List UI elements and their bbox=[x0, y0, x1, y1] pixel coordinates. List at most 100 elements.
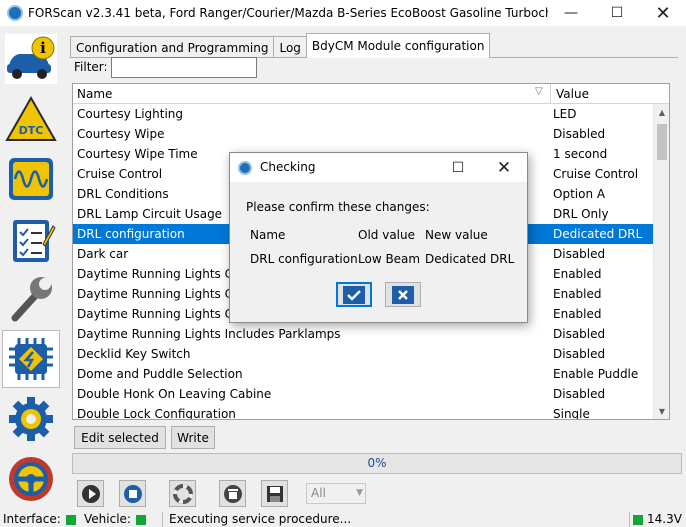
table-row[interactable]: Dome and Puddle Selection Enable Puddle bbox=[73, 364, 653, 384]
help-button[interactable] bbox=[169, 480, 196, 507]
tab-configuration-and-programming[interactable]: Configuration and Programming bbox=[70, 36, 275, 58]
row-value: Enabled bbox=[553, 287, 602, 301]
dialog-close-icon[interactable]: ✕ bbox=[481, 153, 527, 182]
tab-bdycm-module-configuration[interactable]: BdyCM Module configuration bbox=[305, 33, 491, 58]
chip-icon bbox=[9, 338, 53, 380]
dialog-title-bar: Checking ☐ ✕ bbox=[230, 153, 527, 182]
dialog-header-new: New value bbox=[425, 228, 488, 242]
dialog-header-name: Name bbox=[250, 228, 286, 242]
table-row[interactable]: Daytime Running Lights Includes Parklamp… bbox=[73, 324, 653, 344]
title-bar: FORScan v2.3.41 beta, Ford Ranger/Courie… bbox=[0, 0, 686, 26]
sidebar-item-connect[interactable] bbox=[2, 450, 60, 508]
table-row[interactable]: Courtesy Wipe Disabled bbox=[73, 124, 653, 144]
dialog-prompt: Please confirm these changes: bbox=[246, 200, 430, 214]
vehicle-indicator bbox=[135, 514, 146, 525]
sidebar-item-tests[interactable] bbox=[2, 210, 60, 268]
minimize-icon[interactable]: — bbox=[548, 0, 594, 26]
status-bar: Interface: Vehicle: Executing service pr… bbox=[0, 512, 686, 527]
progress-bar: 0% bbox=[72, 453, 682, 474]
window-title: FORScan v2.3.41 beta, Ford Ranger/Courie… bbox=[28, 6, 548, 20]
filter-input[interactable] bbox=[111, 57, 257, 78]
row-value: Disabled bbox=[553, 327, 606, 341]
table-row[interactable]: Courtesy Lighting LED bbox=[73, 104, 653, 124]
confirm-button[interactable] bbox=[336, 282, 372, 307]
vehicle-status: Vehicle: bbox=[84, 512, 146, 527]
dialog-app-icon bbox=[238, 161, 252, 175]
sidebar-item-service[interactable] bbox=[2, 270, 60, 328]
sidebar-item-vehicle-info[interactable]: i bbox=[2, 30, 60, 88]
edit-selected-button[interactable]: Edit selected bbox=[74, 426, 166, 449]
dialog-maximize-icon[interactable]: ☐ bbox=[435, 153, 481, 182]
svg-text:DTC: DTC bbox=[19, 124, 44, 137]
dialog-header-old: Old value bbox=[358, 228, 415, 242]
row-name: Courtesy Lighting bbox=[77, 107, 184, 121]
interface-status: Interface: bbox=[3, 512, 76, 527]
checking-dialog: Checking ☐ ✕ Please confirm these change… bbox=[229, 152, 528, 323]
voltage-status: 14.3V bbox=[629, 512, 682, 527]
interface-indicator bbox=[65, 514, 76, 525]
row-name: Decklid Key Switch bbox=[77, 347, 191, 361]
cancel-button[interactable] bbox=[385, 282, 421, 307]
sidebar-item-configuration[interactable] bbox=[2, 330, 60, 388]
filter-combo[interactable]: All ▼ bbox=[306, 483, 366, 504]
row-value: LED bbox=[553, 107, 577, 121]
row-value: Disabled bbox=[553, 247, 606, 261]
column-header-value[interactable]: Value bbox=[552, 84, 667, 104]
scroll-down-icon[interactable]: ▼ bbox=[654, 403, 669, 419]
table-row[interactable]: Double Honk On Leaving Cabine Disabled bbox=[73, 384, 653, 404]
scroll-thumb[interactable] bbox=[657, 124, 667, 160]
row-name: Daytime Running Lights Includes Parklamp… bbox=[77, 327, 341, 341]
checkmark-icon bbox=[343, 285, 365, 304]
oscilloscope-icon bbox=[9, 158, 53, 200]
close-icon[interactable]: ✕ bbox=[640, 0, 686, 26]
interface-label: Interface: bbox=[3, 512, 61, 526]
dtc-icon: DTC bbox=[5, 95, 57, 141]
vertical-scrollbar[interactable]: ▲ ▼ bbox=[653, 104, 669, 419]
row-value: Enabled bbox=[553, 267, 602, 281]
maximize-icon[interactable]: ☐ bbox=[594, 0, 640, 26]
dialog-change-name: DRL configuration bbox=[250, 252, 358, 266]
dialog-change-old: Low Beam bbox=[358, 252, 421, 266]
voltage-value: 14.3V bbox=[647, 512, 682, 526]
status-message: Executing service procedure... bbox=[162, 512, 351, 527]
row-value: Dedicated DRL bbox=[553, 227, 643, 241]
row-value: Single bbox=[553, 407, 590, 420]
forscan-app-icon bbox=[7, 5, 23, 21]
filter-combo-value: All bbox=[311, 486, 326, 500]
row-value: 1 second bbox=[553, 147, 608, 161]
chevron-down-icon: ▼ bbox=[356, 488, 363, 498]
sidebar-item-dtc[interactable]: DTC bbox=[2, 90, 60, 148]
tab-log[interactable]: Log bbox=[273, 36, 307, 58]
stop-button[interactable] bbox=[119, 480, 146, 507]
sidebar: i DTC bbox=[0, 26, 62, 512]
voltage-indicator bbox=[633, 514, 643, 525]
sidebar-item-settings[interactable] bbox=[2, 390, 60, 448]
save-button[interactable] bbox=[261, 480, 288, 507]
sidebar-item-oscilloscope[interactable] bbox=[2, 150, 60, 208]
row-name: Double Lock Configuration bbox=[77, 407, 236, 420]
row-value: Disabled bbox=[553, 347, 606, 361]
play-button[interactable] bbox=[77, 480, 104, 507]
column-header-name[interactable]: Name bbox=[73, 84, 551, 104]
row-name: Courtesy Wipe bbox=[77, 127, 165, 141]
dialog-title: Checking bbox=[260, 160, 316, 174]
filter-label: Filter: bbox=[74, 60, 108, 74]
table-header: Name ▽ Value bbox=[73, 84, 669, 104]
row-value: DRL Only bbox=[553, 207, 609, 221]
save-icon bbox=[266, 485, 283, 502]
erase-button[interactable] bbox=[219, 480, 246, 507]
table-row[interactable]: Double Lock Configuration Single bbox=[73, 404, 653, 420]
table-row[interactable]: Decklid Key Switch Disabled bbox=[73, 344, 653, 364]
checklist-icon bbox=[13, 220, 56, 262]
row-value: Disabled bbox=[553, 387, 606, 401]
row-value: Option A bbox=[553, 187, 606, 201]
row-name: Double Honk On Leaving Cabine bbox=[77, 387, 272, 401]
stop-icon bbox=[123, 484, 142, 503]
bottom-toolbar: All ▼ bbox=[72, 479, 682, 509]
row-name: Dome and Puddle Selection bbox=[77, 367, 243, 381]
dialog-change-new: Dedicated DRL bbox=[425, 252, 515, 266]
scroll-up-icon[interactable]: ▲ bbox=[654, 104, 669, 120]
row-value: Enable Puddle bbox=[553, 367, 639, 381]
erase-icon bbox=[223, 484, 242, 503]
write-button[interactable]: Write bbox=[171, 426, 215, 449]
